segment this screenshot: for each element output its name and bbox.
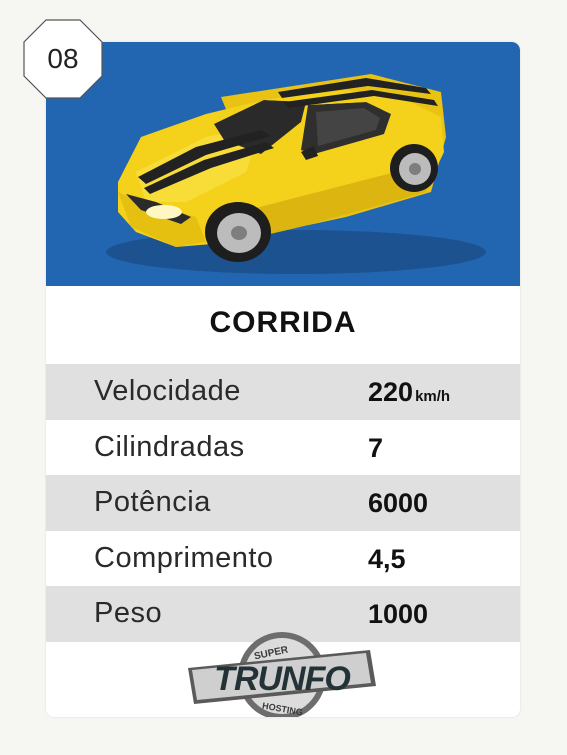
super-trunfo-logo: SUPER TRUNFO HOSTING <box>182 630 382 717</box>
car-image-panel <box>46 42 520 286</box>
stat-row-comprimento[interactable]: Comprimento 4,5 <box>46 531 520 587</box>
stat-row-cilindradas[interactable]: Cilindradas 7 <box>46 420 520 476</box>
stats-table: Velocidade 220 km/h Cilindradas 7 Potênci… <box>46 364 520 642</box>
stat-row-velocidade[interactable]: Velocidade 220 km/h <box>46 364 520 420</box>
stat-value: 7 <box>368 432 384 463</box>
stat-value: 220 km/h <box>368 377 451 407</box>
stat-value: 4,5 <box>368 543 406 574</box>
stat-label: Potência <box>94 486 211 518</box>
card-number-badge: 08 <box>22 18 104 100</box>
card-title: CORRIDA <box>209 306 357 339</box>
stat-row-potencia[interactable]: Potência 6000 <box>46 475 520 531</box>
stat-unit: km/h <box>415 388 451 405</box>
stat-label: Peso <box>94 597 163 629</box>
card-number: 08 <box>47 43 79 74</box>
yellow-sports-car-icon <box>106 74 486 274</box>
stat-label: Comprimento <box>94 541 274 574</box>
stat-label: Cilindradas <box>94 430 245 463</box>
stat-label: Velocidade <box>94 375 241 407</box>
logo-word: TRUNFO <box>214 660 351 698</box>
stat-value: 6000 <box>368 488 429 518</box>
trump-card: CORRIDA Velocidade 220 km/h Cilindradas 7… <box>46 42 520 717</box>
